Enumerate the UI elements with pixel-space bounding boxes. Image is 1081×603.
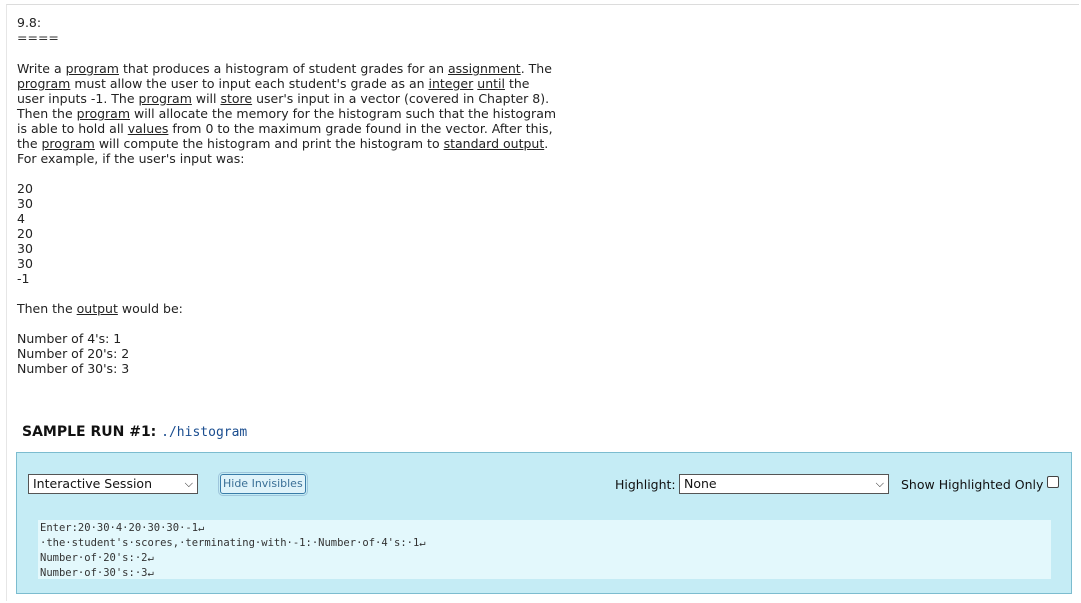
sample-run-heading: SAMPLE RUN #1: ./histogram — [22, 424, 247, 440]
example-output-line: Number of 30's: 3 — [17, 361, 130, 376]
glossary-link[interactable]: program — [77, 106, 130, 121]
then-suffix: would be: — [117, 301, 183, 316]
glossary-link[interactable]: store — [220, 91, 252, 106]
sample-run-command: ./histogram — [161, 425, 248, 440]
description-text: . — [544, 136, 549, 151]
highlight-label: Highlight: — [615, 477, 676, 492]
glossary-link[interactable]: integer — [429, 76, 474, 91]
glossary-link[interactable]: program — [66, 61, 119, 76]
title-underline: ==== — [17, 30, 59, 45]
output-link[interactable]: output — [77, 301, 118, 316]
show-highlighted-checkbox[interactable] — [1047, 476, 1059, 488]
then-prefix: Then the — [17, 301, 77, 316]
problem-description: Write a program that produces a histogra… — [17, 61, 557, 151]
terminal-output: Enter:20·30·4·20·30·30·-1↵ ·the·student's… — [38, 520, 1051, 579]
glossary-link[interactable]: program — [17, 76, 70, 91]
terminal-line: Number·of·30's:·3↵ — [40, 567, 154, 579]
example-input-list: 20 30 4 20 30 30 -1 — [17, 181, 557, 286]
example-input-value: 20 — [17, 226, 33, 241]
glossary-link[interactable]: program — [42, 136, 95, 151]
hide-invisibles-button[interactable]: Hide Invisibles — [218, 472, 308, 496]
example-output-line: Number of 4's: 1 — [17, 331, 122, 346]
terminal-line: ·the·student's·scores,·terminating·with·… — [40, 537, 426, 549]
session-panel: Interactive Session ⌵ Hide Invisibles Hi… — [16, 452, 1072, 594]
glossary-link[interactable]: until — [477, 76, 505, 91]
chevron-down-icon: ⌵ — [875, 477, 884, 490]
example-input-value: 20 — [17, 181, 33, 196]
then-line: Then the output would be: — [17, 301, 557, 316]
example-input-value: 4 — [17, 211, 25, 226]
chevron-down-icon: ⌵ — [184, 477, 193, 490]
example-output-line: Number of 20's: 2 — [17, 346, 130, 361]
session-select-value: Interactive Session — [33, 476, 153, 491]
example-input-value: 30 — [17, 196, 33, 211]
problem-title: 9.8: — [17, 15, 42, 30]
glossary-link[interactable]: assignment — [448, 61, 521, 76]
glossary-link[interactable]: program — [139, 91, 192, 106]
description-text: will — [191, 91, 221, 106]
terminal-line: Enter:20·30·4·20·30·30·-1↵ — [40, 522, 205, 534]
problem-content: 9.8: ==== Write a program that produces … — [17, 15, 557, 376]
example-output-list: Number of 4's: 1 Number of 20's: 2 Number … — [17, 331, 557, 376]
highlight-select-value: None — [684, 476, 717, 491]
description-text: will compute the histogram and print the… — [94, 136, 444, 151]
description-text: . The — [520, 61, 552, 76]
description-text: must allow the user to input each studen… — [70, 76, 429, 91]
description-text: Write a — [17, 61, 66, 76]
glossary-link[interactable]: values — [128, 121, 169, 136]
example-input-value: -1 — [17, 271, 30, 286]
show-highlighted-label: Show Highlighted Only — [901, 477, 1044, 492]
session-select[interactable]: Interactive Session ⌵ — [28, 474, 198, 494]
example-input-value: 30 — [17, 241, 33, 256]
example-intro: For example, if the user's input was: — [17, 151, 245, 166]
example-input-value: 30 — [17, 256, 33, 271]
terminal-line: Number·of·20's:·2↵ — [40, 552, 154, 564]
glossary-link[interactable]: standard output — [444, 136, 545, 151]
sample-run-label: SAMPLE RUN #1: — [22, 424, 157, 440]
description-text: that produces a histogram of student gra… — [118, 61, 448, 76]
highlight-select[interactable]: None ⌵ — [679, 474, 889, 494]
